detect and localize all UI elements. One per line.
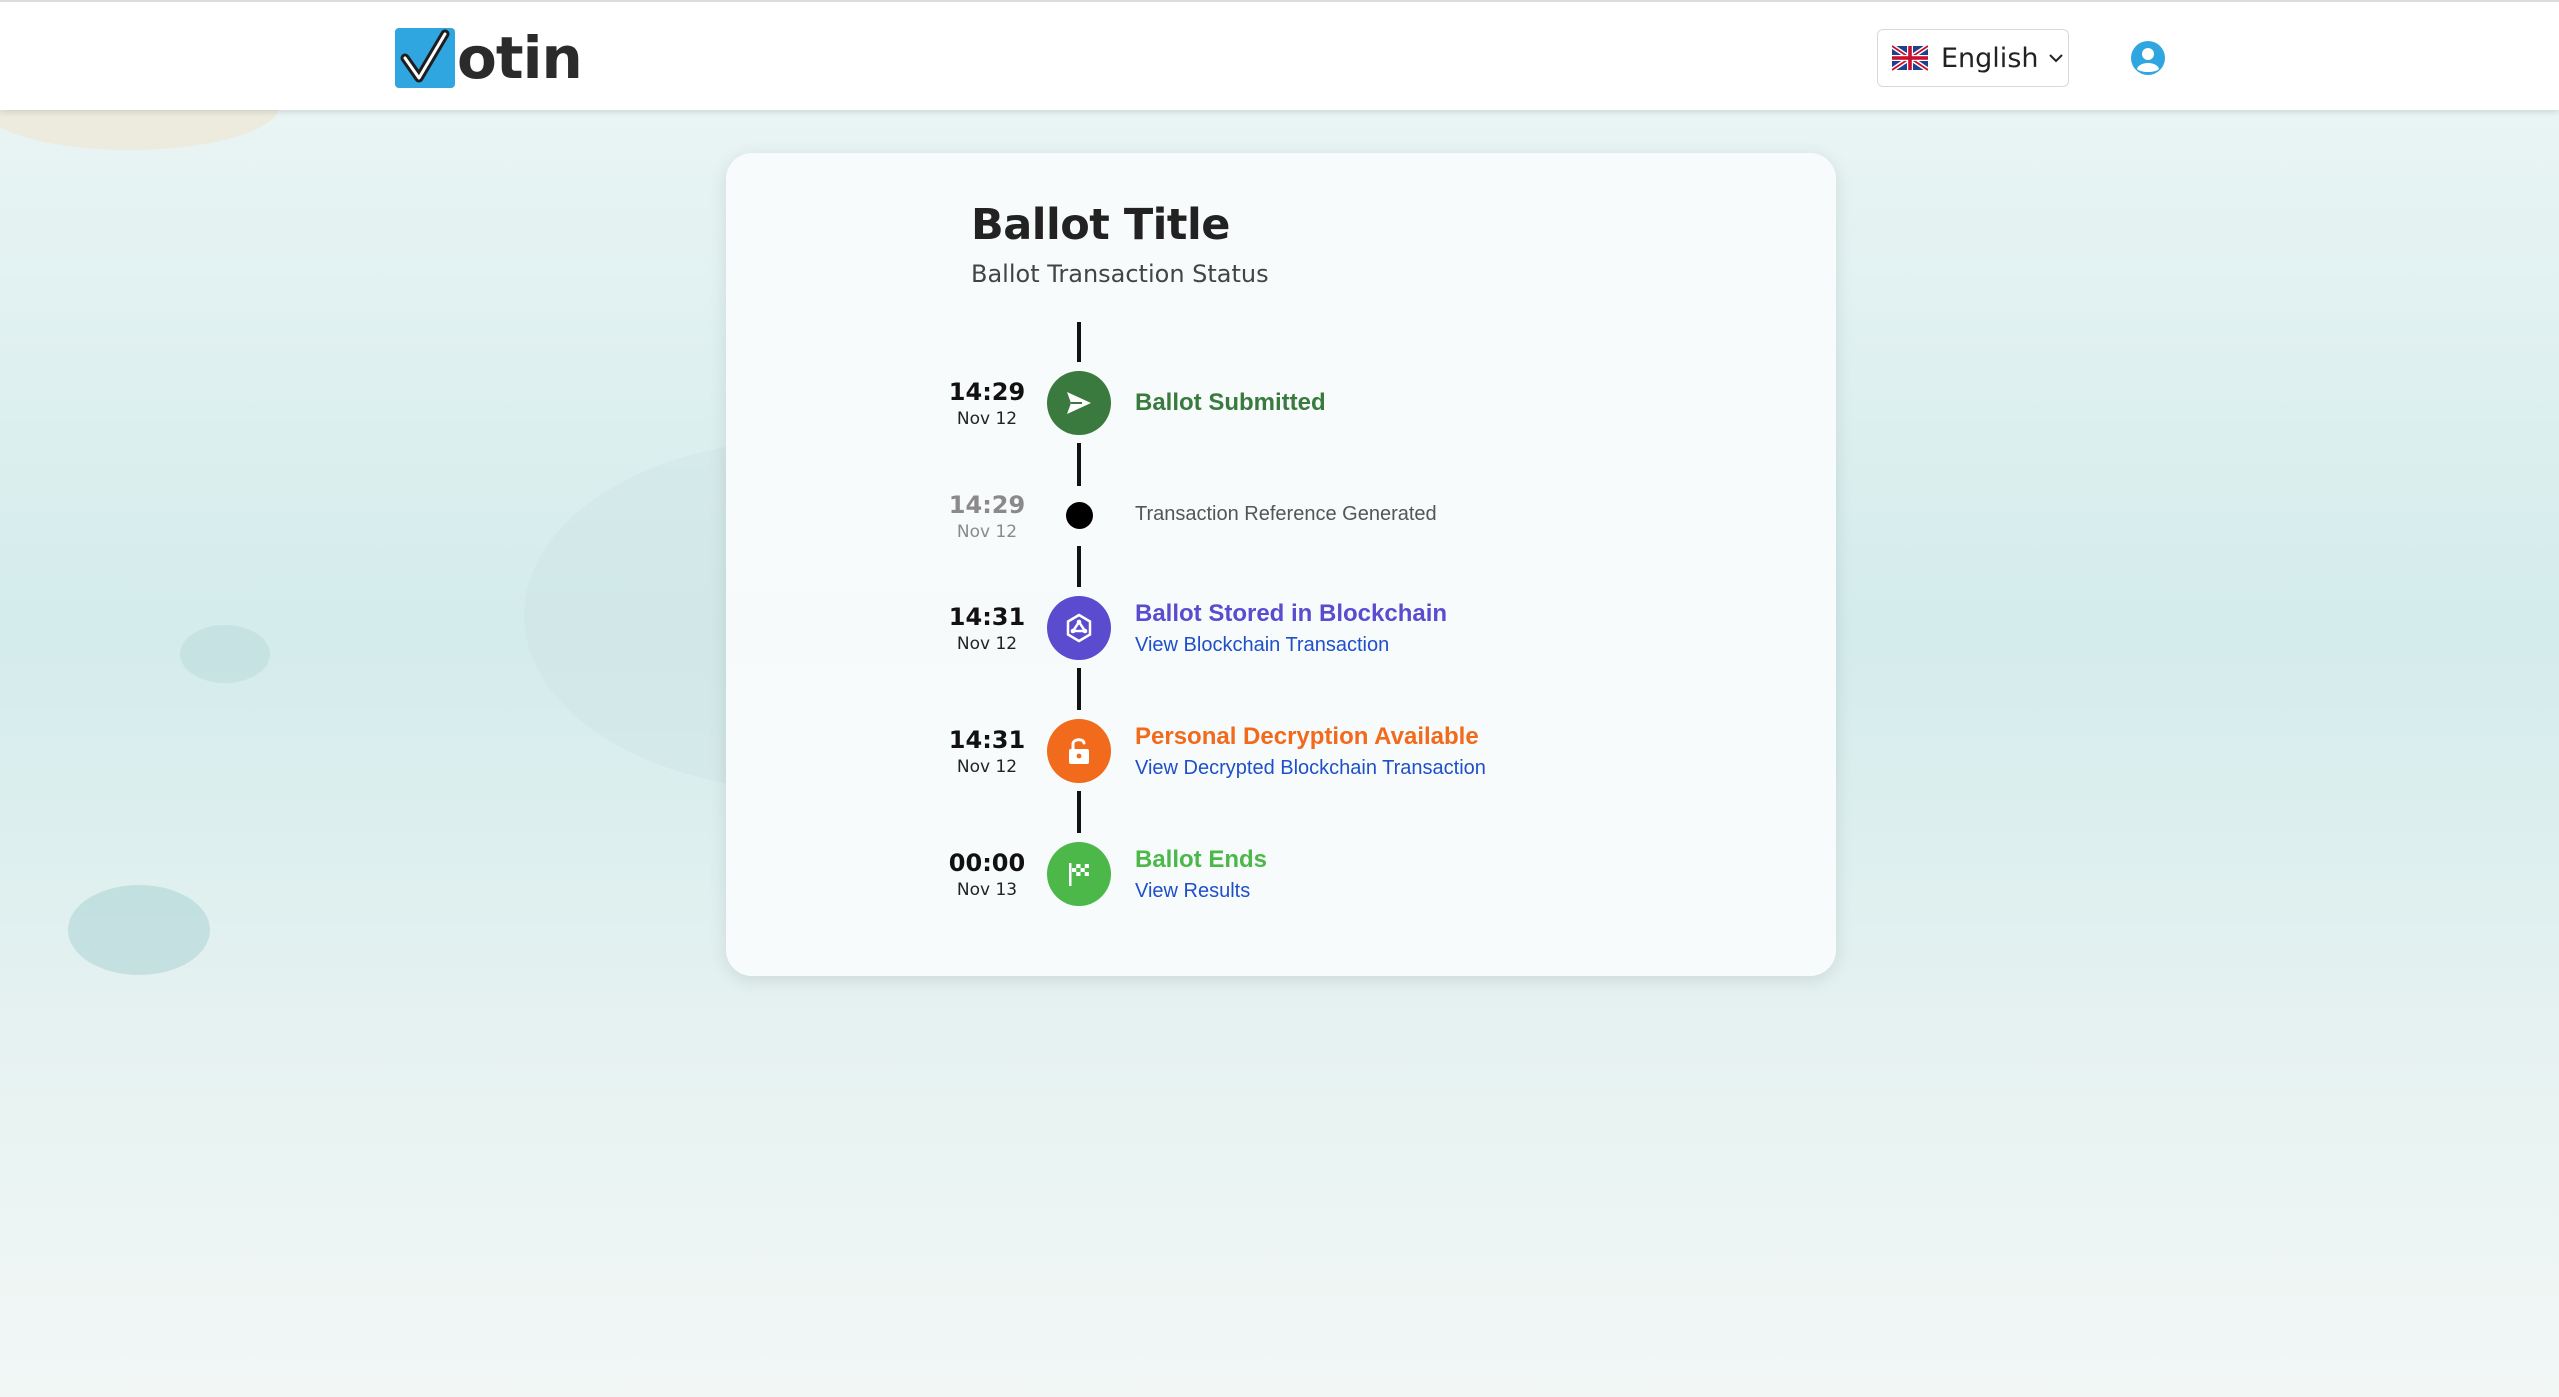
date-value: Nov 12: [956, 757, 1018, 777]
ballot-subtitle: Ballot Transaction Status: [971, 260, 1269, 288]
timeline-time: 14:31 Nov 12: [927, 726, 1047, 777]
timeline-time: 14:31 Nov 12: [927, 603, 1047, 654]
time-value: 00:00: [948, 849, 1026, 877]
timeline-connector: [1077, 668, 1081, 710]
date-value: Nov 13: [956, 880, 1018, 900]
checkered-flag-icon: [1069, 863, 1089, 886]
chevron-down-icon: [2048, 54, 2063, 63]
blockchain-icon: [1066, 613, 1092, 643]
ballot-title: Ballot Title: [971, 200, 1230, 250]
step-label: Ballot Submitted: [1135, 389, 1326, 416]
step-blockchain-node: [1047, 596, 1111, 660]
language-selector[interactable]: English: [1877, 29, 2069, 87]
background-blob: [180, 625, 270, 683]
ballot-status-card: [726, 153, 1836, 976]
timeline-connector: [1077, 322, 1081, 362]
time-value: 14:29: [948, 378, 1026, 406]
votin-logo[interactable]: otin: [395, 24, 583, 92]
view-blockchain-transaction-link[interactable]: View Blockchain Transaction: [1135, 634, 1389, 657]
view-decrypted-transaction-link[interactable]: View Decrypted Blockchain Transaction: [1135, 757, 1486, 780]
timeline-time: 14:29 Nov 12: [927, 378, 1047, 429]
date-value: Nov 12: [956, 634, 1018, 654]
logo-check-icon: [395, 28, 455, 88]
step-ends-node: [1047, 842, 1111, 906]
step-submitted-node: [1047, 371, 1111, 435]
user-circle-icon[interactable]: [2130, 40, 2166, 76]
send-icon: [1067, 392, 1091, 414]
step-label: Ballot Stored in Blockchain: [1135, 600, 1448, 627]
view-results-link[interactable]: View Results: [1135, 880, 1250, 903]
top-navbar: otin English: [0, 0, 2559, 110]
time-value: 14:31: [948, 726, 1026, 754]
uk-flag-icon: [1892, 45, 1928, 71]
time-value: 14:31: [948, 603, 1026, 631]
unlock-icon: [1069, 738, 1089, 764]
timeline-time: 00:00 Nov 13: [927, 849, 1047, 900]
timeline-connector: [1077, 546, 1081, 587]
language-label: English: [1941, 42, 2039, 74]
time-value: 14:29: [948, 491, 1026, 519]
date-value: Nov 12: [956, 409, 1018, 429]
timeline-connector: [1077, 443, 1081, 486]
dot-icon: [1066, 502, 1093, 529]
step-label: Transaction Reference Generated: [1135, 503, 1437, 525]
timeline-connector: [1077, 791, 1081, 833]
date-value: Nov 12: [956, 522, 1018, 542]
step-decryption-node: [1047, 719, 1111, 783]
timeline-time: 14:29 Nov 12: [927, 491, 1047, 542]
step-label: Personal Decryption Available: [1135, 723, 1479, 750]
step-label: Ballot Ends: [1135, 846, 1268, 873]
background-blob: [68, 885, 210, 975]
logo-text: otin: [457, 24, 583, 92]
